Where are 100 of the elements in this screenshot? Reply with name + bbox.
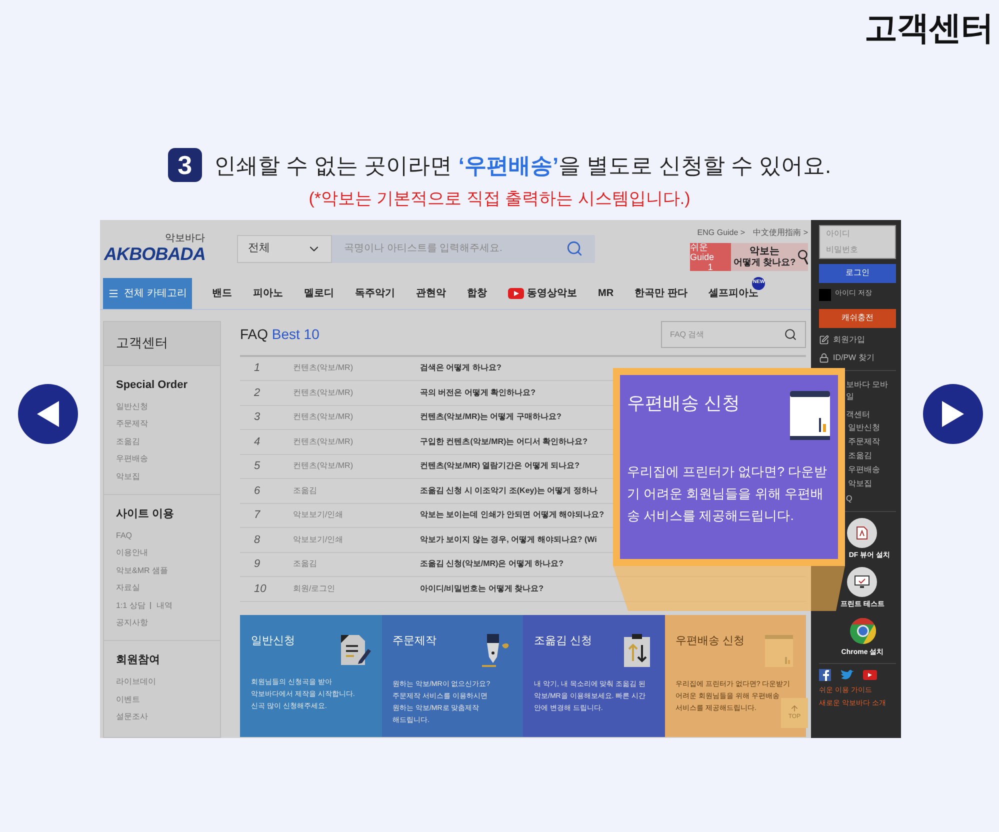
lock-icon <box>819 352 829 362</box>
faq-category: 악보보기/인쇄 <box>293 509 344 522</box>
faq-question: 구입한 컨텐츠(악보/MR)는 어디서 확인하나요? <box>420 436 588 448</box>
faq-category: 조옮김 <box>293 558 318 570</box>
guide-tag: 쉬운 Guide <box>690 242 731 262</box>
save-id-checkbox[interactable] <box>819 288 831 300</box>
password-input-field[interactable]: 비밀번호 <box>819 242 896 258</box>
sidebar-section-title: 사이트 이용 <box>116 506 176 522</box>
faq-number: 8 <box>253 532 262 548</box>
nav-link[interactable]: 독주악기 <box>355 286 395 300</box>
note-text: (*악보는 기본적으로 직접 출력하는 시스템입니다.) <box>308 188 690 210</box>
faq-question: 아이디/비밀번호는 어떻게 찾나요? <box>420 582 544 595</box>
nav-link[interactable]: MR <box>598 286 614 300</box>
menu-link[interactable]: Q <box>846 492 896 504</box>
nav-link[interactable]: 밴드 <box>212 286 232 300</box>
facebook-icon[interactable] <box>819 669 831 681</box>
search-icon[interactable] <box>784 328 797 341</box>
nav-link[interactable]: 동영상악보 <box>527 286 577 300</box>
menu-link[interactable]: 악보집 <box>846 476 896 490</box>
menu-link[interactable]: 주문제작 <box>846 434 896 448</box>
menu-icon <box>108 288 120 298</box>
faq-search-input[interactable]: FAQ 검색 <box>670 328 770 340</box>
nav-link[interactable]: 관현악 <box>416 286 446 300</box>
guide-number: 1 <box>708 262 713 272</box>
account-link[interactable]: ID/PW 찾기 <box>833 352 874 364</box>
menu-link[interactable]: 조옮김 <box>846 448 896 462</box>
video-play-icon <box>508 288 524 298</box>
logo[interactable]: AKBOBADA <box>104 244 235 264</box>
faq-number: 4 <box>253 434 262 450</box>
search-field[interactable]: 곡명이나 아티스트를 입력해주세요. <box>332 234 595 262</box>
faq-category: 컨텐츠(악보/MR) <box>293 386 354 399</box>
faq-number: 5 <box>253 459 262 474</box>
faq-number: 1 <box>253 361 262 376</box>
menu-link[interactable]: 일반신청 <box>846 420 896 434</box>
faq-question: 조옮김 신청 시 이조악기 조(Key)는 어떻게 정하나 <box>420 484 598 497</box>
triangle-right-icon <box>942 400 964 426</box>
faq-question: 컨텐츠(악보/MR)는 어떻게 구매하나요? <box>420 411 562 424</box>
box-icon <box>789 390 831 440</box>
faq-category: 악보보기/인쇄 <box>293 534 344 546</box>
menu-link[interactable]: 우편배송 <box>846 462 896 476</box>
video-play-icon[interactable] <box>863 670 877 680</box>
language-link[interactable]: ENG Guide > <box>697 226 746 238</box>
faq-question: 악보는 보이는데 인쇄가 안되면 어떻게 해야되나요? <box>420 509 604 522</box>
page-title: 고객센터 <box>864 8 993 48</box>
guide-text-line: 어떻게 찾나요? <box>734 256 796 268</box>
nav-link[interactable]: 합창 <box>467 286 487 300</box>
cash-charge-button[interactable]: 캐쉬충전 <box>819 308 896 328</box>
faq-number: 3 <box>253 410 262 425</box>
guide-text-line: 악보는 <box>750 246 780 256</box>
mobile-link[interactable]: 보바다 모바일 <box>846 378 896 402</box>
menu-section-title: 객센터 <box>846 408 871 420</box>
card-title: 우편배송 신청 <box>676 634 745 648</box>
all-categories-button[interactable]: 전체 카테고리 <box>103 278 192 308</box>
faq-question: 곡의 버전은 어떻게 확인하나요? <box>420 386 536 399</box>
faq-category: 회원/로그인 <box>293 582 336 595</box>
box-icon <box>763 632 795 668</box>
monitor-icon[interactable] <box>847 567 878 597</box>
faq-number: 7 <box>253 508 262 523</box>
card-title: 주문제작 <box>392 634 436 648</box>
bird-icon[interactable] <box>840 669 854 681</box>
callout-title: 우편배송 신청 <box>627 392 740 414</box>
chrome-logo-icon[interactable] <box>848 616 876 644</box>
step-title: 인쇄할 수 없는 곳이라면 ‘우편배송’을 별도로 신청할 수 있어요. <box>214 152 832 180</box>
card-title: 조옮김 신청 <box>534 634 592 648</box>
faq-category: 컨텐츠(악보/MR) <box>293 436 354 448</box>
login-button[interactable]: 로그인 <box>819 264 896 282</box>
sidebar-section-title: 회원참여 <box>116 653 161 668</box>
nav-link[interactable]: 멜로디 <box>304 286 334 300</box>
language-link[interactable]: 中文使用指南 > <box>753 226 808 238</box>
sidebar-section-title: Special Order <box>116 378 189 392</box>
faq-category: 조옮김 <box>293 484 318 497</box>
nav-link[interactable]: 한곡만 판다 <box>634 286 688 300</box>
faq-category: 컨텐츠(악보/MR) <box>293 362 354 374</box>
guide-banner[interactable]: 쉬운 Guide 1 악보는 어떻게 찾나요? <box>690 242 808 270</box>
faq-search-field[interactable]: FAQ 검색 <box>661 321 806 348</box>
callout-text: 우리집에 프린터가 없다면? 다운받기 어려운 회원님들을 위해 우편배송 서비스를 제공해드립니다. <box>627 462 828 524</box>
faq-question: 검색은 어떻게 하나요? <box>420 362 502 374</box>
account-link[interactable]: 회원가입 <box>833 334 865 346</box>
faq-question: 조옮김 신청(악보/MR)은 어떻게 하나요? <box>420 558 564 570</box>
sidebar-title: 고객센터 <box>104 322 220 366</box>
faq-category: 컨텐츠(악보/MR) <box>293 460 354 472</box>
faq-number: 9 <box>253 557 262 572</box>
faq-category: 컨텐츠(악보/MR) <box>293 411 354 424</box>
nav-link[interactable]: 셀프피아노 <box>708 288 758 298</box>
faq-number: 2 <box>253 386 262 400</box>
pdf-icon[interactable] <box>847 518 878 548</box>
logo-small-text: 악보바다 <box>165 233 205 244</box>
arrow-up-icon <box>790 704 799 712</box>
nav-link[interactable]: 피아노 <box>253 286 283 300</box>
triangle-left-icon <box>37 400 59 426</box>
faq-number: 10 <box>253 582 268 596</box>
search-input[interactable]: 곡명이나 아티스트를 입력해주세요. <box>344 241 544 256</box>
faq-question: 악보가 보이지 않는 경우, 어떻게 해야되나요? (Wi <box>420 534 597 546</box>
step-number-badge: 3 <box>168 148 202 182</box>
pencil-note-icon <box>819 334 829 344</box>
faq-heading: FAQ Best 10 <box>240 325 320 344</box>
search-scope-select[interactable]: 전체 <box>237 234 332 262</box>
id-input-field[interactable]: 아이디 <box>819 224 896 242</box>
faq-number: 6 <box>253 484 262 498</box>
card-title: 일반신청 <box>251 634 295 648</box>
